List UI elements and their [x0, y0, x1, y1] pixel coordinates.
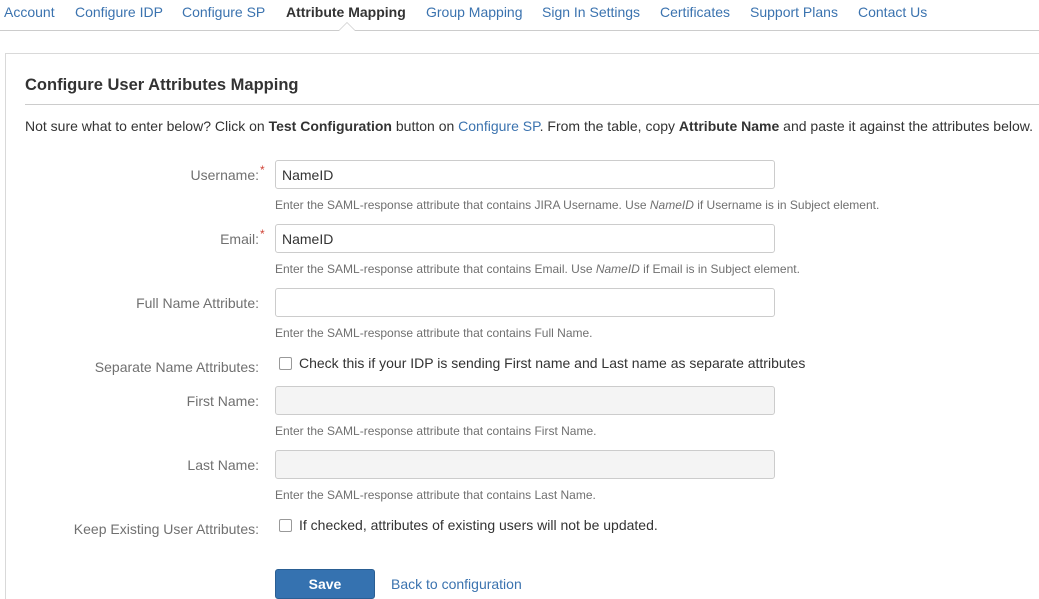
nav-tab-account[interactable]: Account — [4, 4, 55, 20]
title-divider — [25, 104, 1039, 105]
email-required-mark: * — [260, 227, 265, 241]
keep-existing-row: If checked, attributes of existing users… — [279, 517, 658, 533]
last-name-input[interactable] — [275, 450, 775, 479]
top-nav: Account Configure IDP Configure SP Attri… — [0, 0, 1039, 31]
intro-text: Not sure what to enter below? Click on T… — [25, 118, 1033, 134]
nav-tab-attribute-mapping[interactable]: Attribute Mapping — [286, 4, 406, 20]
last-name-description: Enter the SAML-response attribute that c… — [275, 488, 596, 502]
keep-existing-checkbox[interactable] — [279, 518, 292, 532]
nav-tab-certificates[interactable]: Certificates — [660, 4, 730, 20]
nav-tab-configure-sp[interactable]: Configure SP — [182, 4, 265, 20]
username-required-mark: * — [260, 163, 265, 177]
username-desc-post: if Username is in Subject element. — [693, 198, 880, 212]
first-name-description: Enter the SAML-response attribute that c… — [275, 424, 597, 438]
first-name-input[interactable] — [275, 386, 775, 415]
nav-tab-support-plans[interactable]: Support Plans — [750, 4, 838, 20]
intro-test-configuration: Test Configuration — [268, 118, 392, 134]
email-desc-em: NameID — [595, 262, 640, 276]
last-name-label: Last Name: — [187, 457, 259, 473]
keep-existing-text: If checked, attributes of existing users… — [299, 517, 658, 533]
back-to-configuration-link[interactable]: Back to configuration — [391, 576, 522, 592]
nav-tab-contact-us[interactable]: Contact Us — [858, 4, 927, 20]
keep-existing-label: Keep Existing User Attributes: — [73, 521, 259, 537]
email-desc-post: if Email is in Subject element. — [639, 262, 800, 276]
username-desc-em: NameID — [649, 198, 694, 212]
configure-sp-link[interactable]: Configure SP — [458, 118, 539, 134]
nav-tab-configure-idp[interactable]: Configure IDP — [75, 4, 163, 20]
separate-names-row: Check this if your IDP is sending First … — [279, 355, 805, 371]
intro-part-2: button on — [391, 118, 459, 134]
separate-names-label: Separate Name Attributes: — [94, 359, 259, 375]
nav-tab-group-mapping[interactable]: Group Mapping — [426, 4, 523, 20]
email-label: Email: — [220, 231, 259, 247]
username-desc-pre: Enter the SAML-response attribute that c… — [275, 198, 650, 212]
email-description: Enter the SAML-response attribute that c… — [275, 262, 800, 276]
email-desc-pre: Enter the SAML-response attribute that c… — [275, 262, 596, 276]
intro-part-1: Not sure what to enter below? Click on — [25, 118, 269, 134]
intro-attribute-name: Attribute Name — [678, 118, 780, 134]
intro-part-3: . From the table, copy — [539, 118, 679, 134]
separate-names-checkbox[interactable] — [279, 356, 292, 370]
username-input[interactable] — [275, 160, 775, 189]
separate-names-text: Check this if your IDP is sending First … — [299, 355, 806, 371]
username-label: Username: — [190, 167, 259, 183]
email-input[interactable] — [275, 224, 775, 253]
first-name-label: First Name: — [186, 393, 259, 409]
full-name-description: Enter the SAML-response attribute that c… — [275, 326, 593, 340]
save-button[interactable]: Save — [275, 569, 375, 599]
active-tab-caret — [338, 22, 356, 31]
full-name-label: Full Name Attribute: — [136, 295, 259, 311]
full-name-input[interactable] — [275, 288, 775, 317]
nav-tab-sign-in-settings[interactable]: Sign In Settings — [542, 4, 640, 20]
intro-part-4: and paste it against the attributes belo… — [779, 118, 1034, 134]
username-description: Enter the SAML-response attribute that c… — [275, 198, 879, 212]
page-title: Configure User Attributes Mapping — [25, 76, 299, 94]
